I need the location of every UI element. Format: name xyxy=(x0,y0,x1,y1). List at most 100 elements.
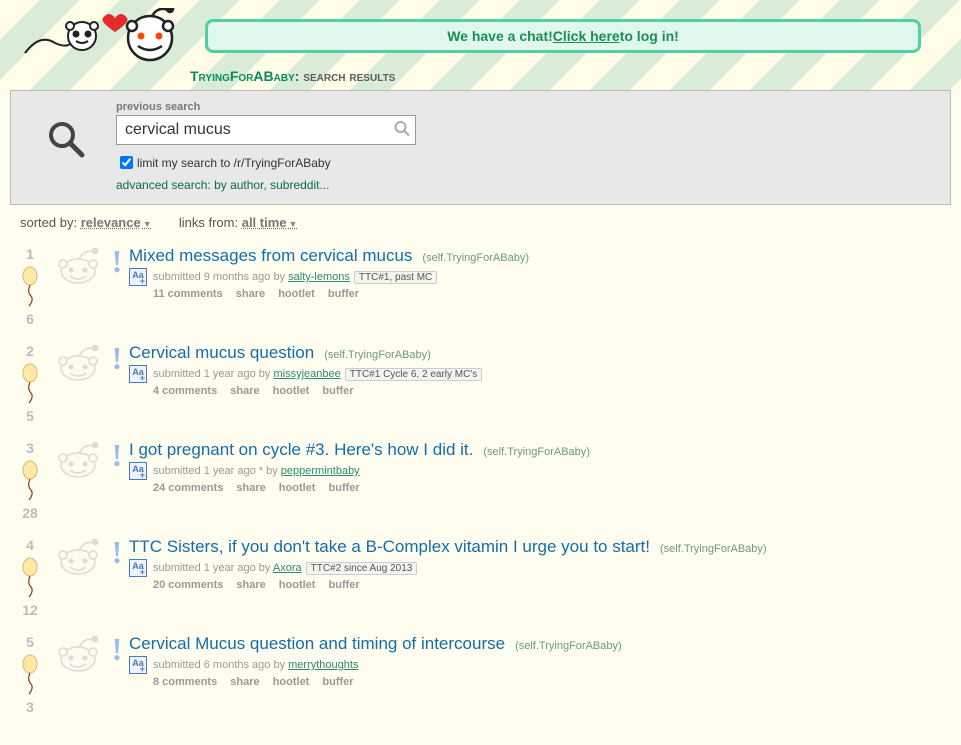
post-buttons: 20 comments share hootlet buffer xyxy=(153,579,951,591)
self-post-icon: ! xyxy=(107,537,127,567)
post-title-link[interactable]: Cervical mucus question xyxy=(129,343,314,363)
subreddit-name[interactable]: TryingForABaby xyxy=(190,68,295,84)
hootlet-link[interactable]: hootlet xyxy=(273,385,310,397)
rank: 4 xyxy=(10,537,50,553)
post-subreddit[interactable]: (self.TryingForABaby) xyxy=(422,252,529,264)
share-link[interactable]: share xyxy=(236,288,265,300)
author-flair: TTC#1, past MC xyxy=(354,271,437,284)
comments-link[interactable]: 20 comments xyxy=(153,579,223,591)
header-banner: We have a chat! Click here to log in! Tr… xyxy=(0,0,961,90)
result-row: 2 5 ! Cervical mucus question (self.Tryi… xyxy=(10,337,951,434)
buffer-link[interactable]: buffer xyxy=(329,579,360,591)
post-title-link[interactable]: TTC Sisters, if you don't take a B-Compl… xyxy=(129,537,650,557)
self-post-icon: ! xyxy=(107,440,127,470)
res-style-toggle[interactable]: Aa xyxy=(129,365,147,383)
post-title-link[interactable]: I got pregnant on cycle #3. Here's how I… xyxy=(129,440,473,460)
result-row: 1 6 ! Mixed messages from cervical mucus… xyxy=(10,240,951,337)
share-link[interactable]: share xyxy=(230,385,259,397)
comments-link[interactable]: 11 comments xyxy=(153,288,223,300)
vote-column: 3 28 xyxy=(10,440,50,521)
author-link[interactable]: peppermintbaby xyxy=(281,465,360,477)
comments-link[interactable]: 24 comments xyxy=(153,482,223,494)
time-dropdown[interactable]: all time▼ xyxy=(242,215,298,230)
score: 6 xyxy=(10,311,50,327)
hootlet-link[interactable]: hootlet xyxy=(279,579,316,591)
sort-dropdown[interactable]: relevance▼ xyxy=(81,215,152,230)
author-link[interactable]: salty-lemons xyxy=(288,271,350,283)
search-panel: previous search limit my search to /r/Tr… xyxy=(10,90,951,205)
score: 5 xyxy=(10,408,50,424)
post-title-link[interactable]: Mixed messages from cervical mucus xyxy=(129,246,412,266)
author-flair: TTC#1 Cycle 6, 2 early MC's xyxy=(345,368,483,381)
thumbnail[interactable] xyxy=(50,634,105,677)
self-post-icon: ! xyxy=(107,343,127,373)
hootlet-link[interactable]: hootlet xyxy=(273,676,310,688)
chat-banner[interactable]: We have a chat! Click here to log in! xyxy=(205,19,921,53)
chat-link[interactable]: Click here xyxy=(553,28,620,44)
score: 12 xyxy=(10,602,50,618)
res-style-toggle[interactable]: Aa xyxy=(129,559,147,577)
post-buttons: 4 comments share hootlet buffer xyxy=(153,385,951,397)
sort-bar: sorted by: relevance▼ links from: all ti… xyxy=(0,205,961,240)
res-style-toggle[interactable]: Aa xyxy=(129,656,147,674)
score: 28 xyxy=(10,505,50,521)
chevron-down-icon: ▼ xyxy=(289,219,298,229)
rank: 2 xyxy=(10,343,50,359)
self-post-icon: ! xyxy=(107,634,127,664)
post-title-link[interactable]: Cervical Mucus question and timing of in… xyxy=(129,634,505,654)
author-link[interactable]: Axora xyxy=(273,562,302,574)
post-buttons: 24 comments share hootlet buffer xyxy=(153,482,951,494)
vote-column: 5 3 xyxy=(10,634,50,715)
author-link[interactable]: missyjeanbee xyxy=(273,368,340,380)
sorted-by-label: sorted by: xyxy=(20,215,81,230)
post-subreddit[interactable]: (self.TryingForABaby) xyxy=(515,640,622,652)
post-meta: submitted 1 year ago by AxoraTTC#2 since… xyxy=(153,562,417,574)
advanced-search-link[interactable]: advanced search: by author, subreddit... xyxy=(116,178,930,192)
post-meta: submitted 9 months ago by salty-lemonsTT… xyxy=(153,271,437,283)
result-row: 4 12 ! TTC Sisters, if you don't take a … xyxy=(10,531,951,628)
buffer-link[interactable]: buffer xyxy=(328,288,359,300)
thumbnail[interactable] xyxy=(50,246,105,289)
limit-subreddit-checkbox[interactable] xyxy=(120,156,133,169)
search-input[interactable] xyxy=(116,115,416,145)
vote-column: 1 6 xyxy=(10,246,50,327)
self-post-icon: ! xyxy=(107,246,127,276)
post-buttons: 8 comments share hootlet buffer xyxy=(153,676,951,688)
buffer-link[interactable]: buffer xyxy=(322,385,353,397)
rank: 5 xyxy=(10,634,50,650)
result-row: 3 28 ! I got pregnant on cycle #3. Here'… xyxy=(10,434,951,531)
chat-text-prefix: We have a chat! xyxy=(447,28,553,44)
rank: 1 xyxy=(10,246,50,262)
post-meta: submitted 6 months ago by merrythoughts xyxy=(153,659,358,671)
result-row: 5 3 ! Cervical Mucus question and timing… xyxy=(10,628,951,725)
res-style-toggle[interactable]: Aa xyxy=(129,462,147,480)
vote-column: 2 5 xyxy=(10,343,50,424)
buffer-link[interactable]: buffer xyxy=(322,676,353,688)
thumbnail[interactable] xyxy=(50,537,105,580)
author-flair: TTC#2 since Aug 2013 xyxy=(306,562,418,575)
thumbnail[interactable] xyxy=(50,343,105,386)
buffer-link[interactable]: buffer xyxy=(329,482,360,494)
thumbnail[interactable] xyxy=(50,440,105,483)
hootlet-link[interactable]: hootlet xyxy=(278,288,315,300)
comments-link[interactable]: 8 comments xyxy=(153,676,217,688)
previous-search-label: previous search xyxy=(116,101,930,113)
res-style-toggle[interactable]: Aa xyxy=(129,268,147,286)
comments-link[interactable]: 4 comments xyxy=(153,385,217,397)
subreddit-logo[interactable] xyxy=(20,8,190,64)
page-title: TryingForABaby: search results xyxy=(0,64,961,90)
post-subreddit[interactable]: (self.TryingForABaby) xyxy=(483,446,590,458)
share-link[interactable]: share xyxy=(230,676,259,688)
share-link[interactable]: share xyxy=(236,579,265,591)
post-subreddit[interactable]: (self.TryingForABaby) xyxy=(324,349,431,361)
share-link[interactable]: share xyxy=(236,482,265,494)
post-buttons: 11 comments share hootlet buffer xyxy=(153,288,951,300)
search-icon xyxy=(46,119,86,159)
limit-subreddit-label: limit my search to /r/TryingForABaby xyxy=(137,156,331,170)
chevron-down-icon: ▼ xyxy=(143,219,152,229)
hootlet-link[interactable]: hootlet xyxy=(279,482,316,494)
chat-text-suffix: to log in! xyxy=(620,28,679,44)
author-link[interactable]: merrythoughts xyxy=(288,659,358,671)
page-title-suffix: : search results xyxy=(295,68,396,84)
post-subreddit[interactable]: (self.TryingForABaby) xyxy=(660,543,767,555)
